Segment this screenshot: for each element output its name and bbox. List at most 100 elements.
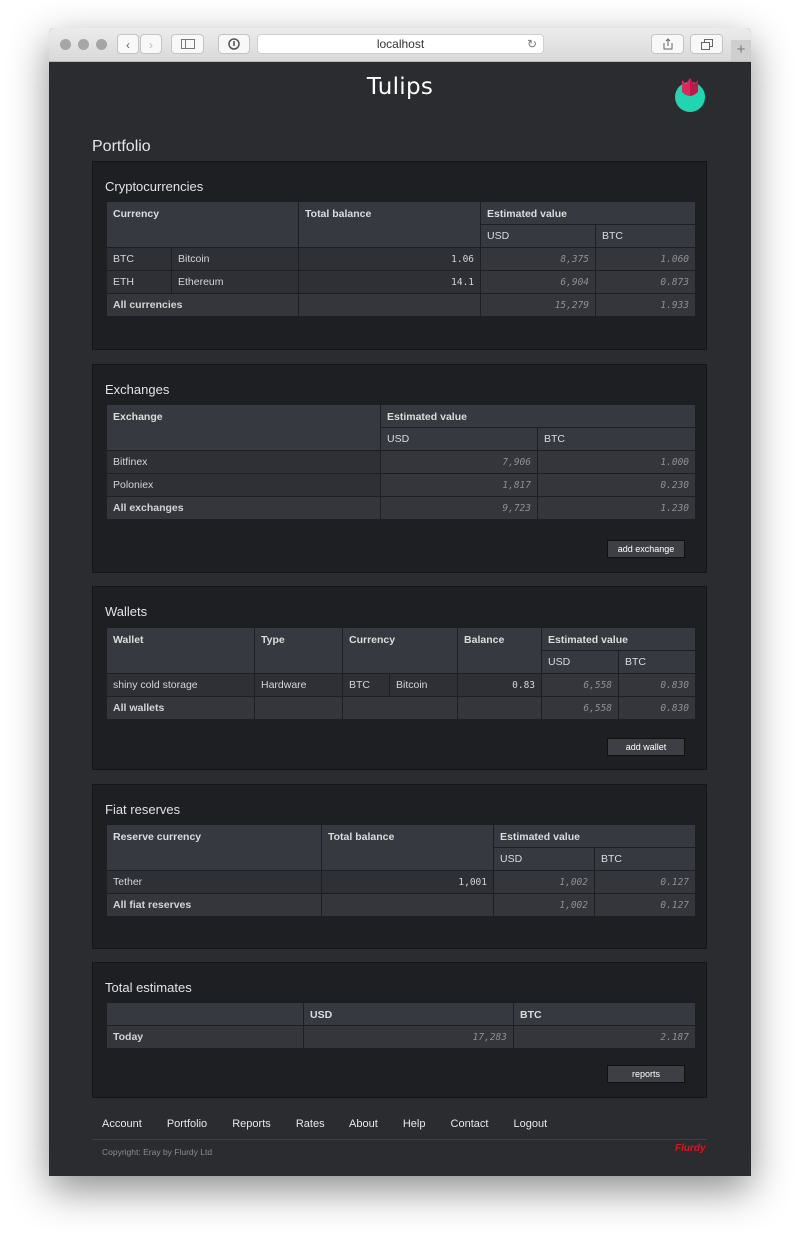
add-exchange-button[interactable]: add exchange: [607, 540, 685, 558]
table-row[interactable]: ETH Ethereum 14.1 6,904 0.873: [106, 270, 697, 294]
total-row: All currencies 15,279 1.933: [105, 293, 697, 317]
exchange-header[interactable]: Exchange: [106, 404, 381, 451]
exchange-name[interactable]: Bitfinex: [106, 450, 381, 474]
wallet-header[interactable]: Wallet: [106, 627, 255, 674]
btc-header[interactable]: BTC: [595, 224, 697, 248]
currency-header[interactable]: Currency: [341, 627, 459, 674]
flurdy-logo[interactable]: Flurdy: [675, 1143, 706, 1154]
footer-nav: Account Portfolio Reports Rates About He…: [102, 1118, 569, 1130]
btc-value: 0.830: [618, 673, 697, 697]
cryptocurrencies-panel: Cryptocurrencies Currency Total balance …: [92, 161, 707, 350]
reload-icon[interactable]: ↻: [527, 35, 537, 54]
footer-link-portfolio[interactable]: Portfolio: [167, 1118, 207, 1130]
wallet-balance: 0.83: [457, 673, 543, 697]
usd-header[interactable]: USD: [493, 847, 595, 871]
exchanges-heading: Exchanges: [105, 382, 170, 397]
table-row[interactable]: BTC Bitcoin 1.06 8,375 1.060: [106, 247, 697, 271]
wallets-heading: Wallets: [105, 604, 148, 619]
fiat-reserves-heading: Fiat reserves: [105, 802, 181, 817]
key-icon: [228, 38, 240, 50]
footer-link-logout[interactable]: Logout: [514, 1118, 548, 1130]
total-row: All fiat reserves 1,002 0.127: [106, 893, 697, 917]
minimize-window-icon[interactable]: [78, 39, 89, 50]
total-balance-empty: [298, 293, 482, 317]
total-currency-empty: [341, 696, 459, 720]
type-header[interactable]: Type: [254, 627, 343, 674]
table-row[interactable]: Today 17,283 2.187: [106, 1025, 696, 1049]
back-button[interactable]: ‹: [117, 34, 139, 54]
app-page: Tulips Portfolio Cryptocurrencies Curren…: [49, 62, 751, 1176]
total-balance-header[interactable]: Total balance: [298, 201, 482, 248]
app-title: Tulips: [366, 74, 434, 100]
currency-name: Bitcoin: [388, 673, 459, 697]
tulip-logo-icon[interactable]: [672, 72, 708, 114]
total-balance-header[interactable]: Total balance: [321, 824, 494, 871]
usd-header[interactable]: USD: [541, 650, 620, 674]
footer-link-rates[interactable]: Rates: [296, 1118, 325, 1130]
total-label: All exchanges: [106, 496, 381, 520]
currency-code: BTC: [106, 247, 172, 271]
footer-link-reports[interactable]: Reports: [232, 1118, 271, 1130]
total-balance: 1,001: [321, 870, 494, 894]
cryptocurrencies-table: Currency Total balance Estimated value U…: [105, 201, 697, 317]
btc-value: 1.000: [536, 450, 697, 474]
total-usd-value: 9,723: [380, 496, 538, 520]
sidebar-toggle-button[interactable]: [171, 34, 204, 54]
browser-window: ‹ › localhost ↻ + Tulips Portfolio Crypt…: [49, 28, 751, 1176]
table-row[interactable]: Bitfinex 7,906 1.000: [106, 450, 697, 474]
total-balance: 1.06: [298, 247, 482, 271]
estimated-value-header: Estimated value: [492, 824, 697, 848]
btc-header[interactable]: BTC: [513, 1002, 696, 1026]
total-btc-value: 1.933: [595, 293, 697, 317]
usd-value: 8,375: [480, 247, 597, 271]
exchanges-table: Exchange Estimated value USD BTC Bitfine…: [106, 404, 697, 520]
wallet-name[interactable]: shiny cold storage: [106, 673, 255, 697]
forward-button[interactable]: ›: [140, 34, 162, 54]
total-row: All wallets 6,558 0.830: [106, 696, 697, 720]
usd-header[interactable]: USD: [380, 427, 538, 451]
total-balance-empty: [457, 696, 543, 720]
total-label: All fiat reserves: [106, 893, 322, 917]
footer-link-account[interactable]: Account: [102, 1118, 142, 1130]
balance-header[interactable]: Balance: [457, 627, 543, 674]
page-title: Portfolio: [92, 138, 151, 155]
total-btc-value: 1.230: [536, 496, 697, 520]
currency-header[interactable]: Currency: [105, 201, 300, 248]
exchange-name[interactable]: Poloniex: [106, 473, 381, 497]
btc-header[interactable]: BTC: [536, 427, 697, 451]
total-usd-value: 6,558: [541, 696, 620, 720]
close-window-icon[interactable]: [60, 39, 71, 50]
tabs-icon: [700, 39, 713, 50]
btc-value: 1.060: [595, 247, 697, 271]
total-label: All wallets: [106, 696, 255, 720]
new-tab-button[interactable]: +: [731, 40, 751, 61]
btc-header[interactable]: BTC: [593, 847, 697, 871]
table-row[interactable]: shiny cold storage Hardware BTC Bitcoin …: [106, 673, 697, 697]
currency-code: ETH: [106, 270, 172, 294]
address-bar[interactable]: localhost ↻: [257, 34, 544, 54]
table-row[interactable]: Tether 1,001 1,002 0.127: [106, 870, 697, 894]
zoom-window-icon[interactable]: [96, 39, 107, 50]
tabs-button[interactable]: [690, 34, 723, 54]
fiat-reserves-panel: Fiat reserves Reserve currency Total bal…: [92, 784, 707, 949]
usd-value: 1,817: [380, 473, 538, 497]
wallets-panel: Wallets Wallet Type Currency Balance Est…: [92, 586, 707, 770]
usd-header[interactable]: USD: [480, 224, 597, 248]
reports-button[interactable]: reports: [607, 1065, 685, 1083]
total-balance: 14.1: [298, 270, 482, 294]
password-button[interactable]: [218, 34, 250, 54]
today-label: Today: [106, 1025, 304, 1049]
add-wallet-button[interactable]: add wallet: [607, 738, 685, 756]
btc-value: 0.127: [593, 870, 697, 894]
btc-header[interactable]: BTC: [618, 650, 697, 674]
footer-link-help[interactable]: Help: [403, 1118, 426, 1130]
share-button[interactable]: [651, 34, 684, 54]
footer-link-contact[interactable]: Contact: [451, 1118, 489, 1130]
reserve-currency-header[interactable]: Reserve currency: [106, 824, 322, 871]
total-usd-value: 15,279: [480, 293, 597, 317]
footer-link-about[interactable]: About: [349, 1118, 378, 1130]
usd-header[interactable]: USD: [303, 1002, 514, 1026]
table-row[interactable]: Poloniex 1,817 0.230: [106, 473, 697, 497]
sidebar-icon: [180, 39, 195, 49]
usd-value: 6,904: [480, 270, 597, 294]
